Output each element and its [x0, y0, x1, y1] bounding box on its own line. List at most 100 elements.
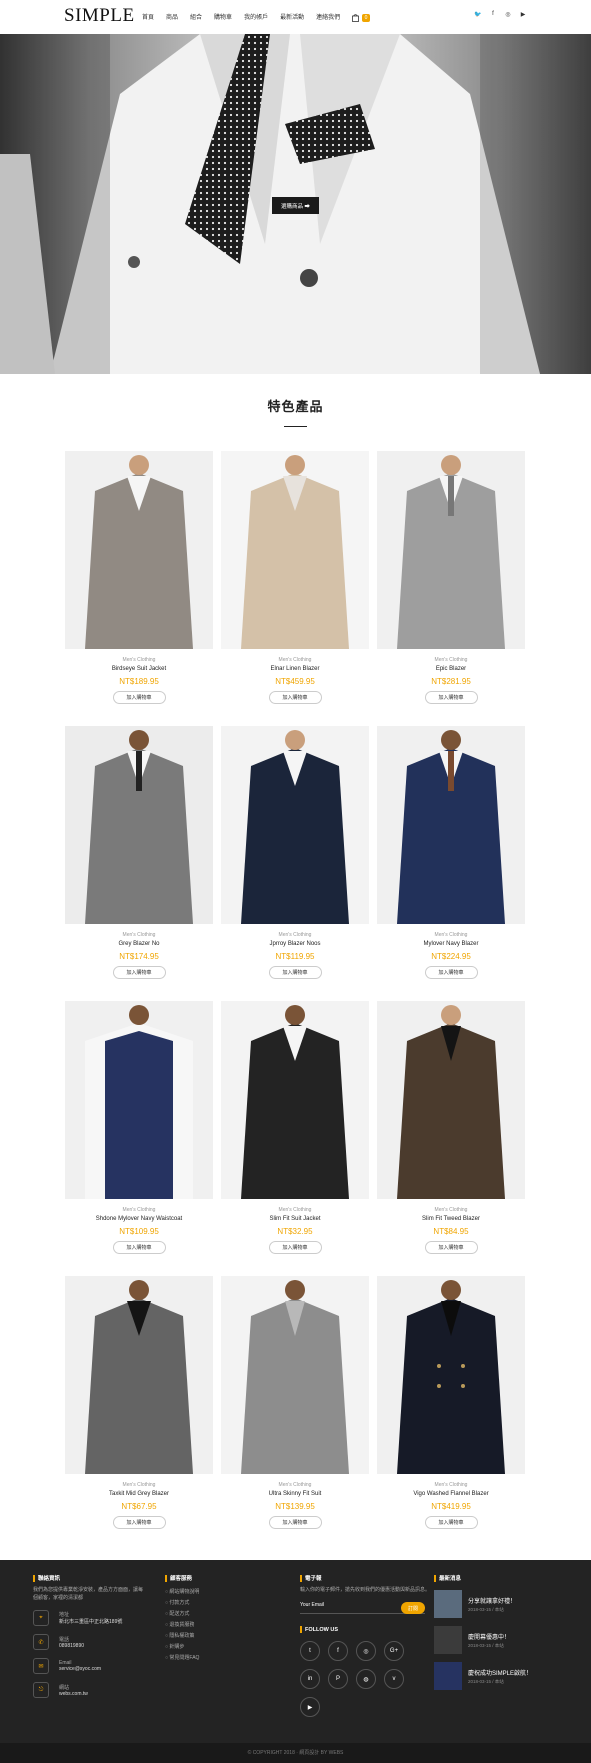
instagram-icon[interactable]: ◎ [504, 10, 512, 18]
product-card[interactable]: Men's Clothing Mylover Navy Blazer NT$22… [377, 726, 525, 979]
add-to-cart-button[interactable]: 加入購物車 [424, 1241, 478, 1254]
pinterest-icon[interactable]: P [328, 1669, 348, 1689]
nav-cart[interactable]: 購物車 [214, 12, 232, 21]
product-card[interactable]: Men's Clothing Jprroy Blazer Noos NT$119… [221, 726, 369, 979]
facebook-icon[interactable]: f [489, 10, 497, 18]
nav-home[interactable]: 首頁 [142, 12, 154, 21]
product-card[interactable]: Men's Clothing Slim Fit Suit Jacket NT$3… [221, 1001, 369, 1254]
product-category: Men's Clothing [122, 1482, 156, 1488]
product-image[interactable] [221, 1276, 369, 1474]
googleplus-icon[interactable]: G+ [384, 1641, 404, 1661]
facebook-icon[interactable]: f [328, 1641, 348, 1661]
product-name[interactable]: Shdone Mylover Navy Waistcoat [65, 1216, 213, 1222]
product-name[interactable]: Vigo Washed Flannel Blazer [377, 1491, 525, 1497]
website-value[interactable]: webs.com.tw [59, 1691, 88, 1697]
subscribe-button[interactable]: 訂閱 [401, 1602, 425, 1614]
service-link[interactable]: 網站購物說明 [165, 1588, 275, 1595]
product-name[interactable]: Epic Blazer [377, 666, 525, 672]
site-logo[interactable]: SIMPLE [64, 5, 135, 27]
add-to-cart-button[interactable]: 加入購物車 [112, 1516, 166, 1529]
add-to-cart-button[interactable]: 加入購物車 [268, 1241, 322, 1254]
product-image[interactable] [65, 1001, 213, 1199]
news-item[interactable]: 慶祝成功SIMPLE啟航！ 2018-03-15 / 本站 [434, 1662, 558, 1690]
product-image[interactable] [377, 726, 525, 924]
twitter-icon[interactable]: 🐦 [474, 10, 482, 18]
copyright-bar: © COPYRIGHT 2018 · 網頁設計 BY WEBS [0, 1743, 591, 1763]
add-to-cart-button[interactable]: 加入購物車 [112, 691, 166, 704]
youtube-icon[interactable]: ▶ [300, 1697, 320, 1717]
news-headline[interactable]: 慶祝成功SIMPLE啟航！ [468, 1668, 532, 1677]
product-image[interactable] [65, 726, 213, 924]
bag-icon [352, 9, 359, 27]
newsletter-email-field[interactable]: Your Email 訂閱 [300, 1602, 425, 1614]
nav-account[interactable]: 我的帳戶 [244, 12, 268, 21]
youtube-icon[interactable]: ▶ [519, 10, 527, 18]
news-item[interactable]: 慶開幕優惠中！ 2018-03-15 / 本站 [434, 1626, 558, 1654]
product-category: Men's Clothing [434, 932, 468, 938]
dribbble-icon[interactable]: ◍ [356, 1669, 376, 1689]
product-card[interactable]: Men's Clothing Ultra Skinny Fit Suit NT$… [221, 1276, 369, 1529]
add-to-cart-button[interactable]: 加入購物車 [424, 1516, 478, 1529]
add-to-cart-button[interactable]: 加入購物車 [268, 691, 322, 704]
instagram-icon[interactable]: ◎ [356, 1641, 376, 1661]
service-link[interactable]: 付款方式 [165, 1599, 275, 1606]
product-name[interactable]: Elnar Linen Blazer [221, 666, 369, 672]
product-image[interactable] [221, 451, 369, 649]
twitter-icon[interactable]: t [300, 1641, 320, 1661]
address-label: 地址 [59, 1612, 70, 1618]
nav-bundles[interactable]: 組合 [190, 12, 202, 21]
service-link[interactable]: 針購步 [165, 1643, 275, 1650]
news-thumbnail[interactable] [434, 1626, 462, 1654]
email-value[interactable]: service@syoc.com [59, 1666, 101, 1672]
news-thumbnail[interactable] [434, 1590, 462, 1618]
add-to-cart-button[interactable]: 加入購物車 [112, 1241, 166, 1254]
vimeo-icon[interactable]: v [384, 1669, 404, 1689]
product-card[interactable]: Men's Clothing Slim Fit Tweed Blazer NT$… [377, 1001, 525, 1254]
product-image[interactable] [65, 451, 213, 649]
product-name[interactable]: Mylover Navy Blazer [377, 941, 525, 947]
service-link-list: 網站購物說明 付款方式 配送方式 退換貨服務 隱私權政策 針購步 常見問題FAQ [165, 1588, 275, 1661]
news-headline[interactable]: 慶開幕優惠中！ [468, 1632, 510, 1641]
add-to-cart-button[interactable]: 加入購物車 [268, 1516, 322, 1529]
link-icon: ⎋ [33, 1682, 49, 1698]
product-image[interactable] [377, 1276, 525, 1474]
service-link[interactable]: 隱私權政策 [165, 1632, 275, 1639]
product-card[interactable]: Men's Clothing Birdseye Suit Jacket NT$1… [65, 451, 213, 704]
product-image[interactable] [221, 1001, 369, 1199]
product-name[interactable]: Birdseye Suit Jacket [65, 666, 213, 672]
service-link[interactable]: 配送方式 [165, 1610, 275, 1617]
product-card[interactable]: Men's Clothing Grey Blazer No NT$174.95 … [65, 726, 213, 979]
product-name[interactable]: Taxkit Mid Grey Blazer [65, 1491, 213, 1497]
add-to-cart-button[interactable]: 加入購物車 [424, 966, 478, 979]
product-card[interactable]: Men's Clothing Taxkit Mid Grey Blazer NT… [65, 1276, 213, 1529]
product-name[interactable]: Grey Blazer No [65, 941, 213, 947]
nav-events[interactable]: 最新活動 [280, 12, 304, 21]
product-name[interactable]: Jprroy Blazer Noos [221, 941, 369, 947]
product-image[interactable] [221, 726, 369, 924]
service-link[interactable]: 退換貨服務 [165, 1621, 275, 1628]
product-price: NT$119.95 [275, 952, 315, 961]
product-card[interactable]: Men's Clothing Vigo Washed Flannel Blaze… [377, 1276, 525, 1529]
product-name[interactable]: Ultra Skinny Fit Suit [221, 1491, 369, 1497]
footer-newsletter: 電子報 輸入你的電子郵件，搶先收到我們的優惠活動與新品訊息。 Your Emai… [300, 1574, 430, 1717]
product-image[interactable] [377, 1001, 525, 1199]
product-name[interactable]: Slim Fit Suit Jacket [221, 1216, 369, 1222]
news-thumbnail[interactable] [434, 1662, 462, 1690]
add-to-cart-button[interactable]: 加入購物車 [424, 691, 478, 704]
product-name[interactable]: Slim Fit Tweed Blazer [377, 1216, 525, 1222]
add-to-cart-button[interactable]: 加入購物車 [268, 966, 322, 979]
shop-now-button[interactable]: 選購商品 ➡ [272, 197, 319, 214]
add-to-cart-button[interactable]: 加入購物車 [112, 966, 166, 979]
news-headline[interactable]: 分享就讓拿好禮！ [468, 1596, 516, 1605]
nav-products[interactable]: 商品 [166, 12, 178, 21]
linkedin-icon[interactable]: in [300, 1669, 320, 1689]
nav-contact[interactable]: 連絡我們 [316, 12, 340, 21]
product-card[interactable]: Men's Clothing Shdone Mylover Navy Waist… [65, 1001, 213, 1254]
product-image[interactable] [377, 451, 525, 649]
news-item[interactable]: 分享就讓拿好禮！ 2018-03-15 / 本站 [434, 1590, 558, 1618]
cart-widget[interactable]: 0 [352, 9, 370, 27]
service-link[interactable]: 常見問題FAQ [165, 1654, 275, 1661]
product-card[interactable]: Men's Clothing Elnar Linen Blazer NT$459… [221, 451, 369, 704]
product-card[interactable]: Men's Clothing Epic Blazer NT$281.95 加入購… [377, 451, 525, 704]
product-image[interactable] [65, 1276, 213, 1474]
